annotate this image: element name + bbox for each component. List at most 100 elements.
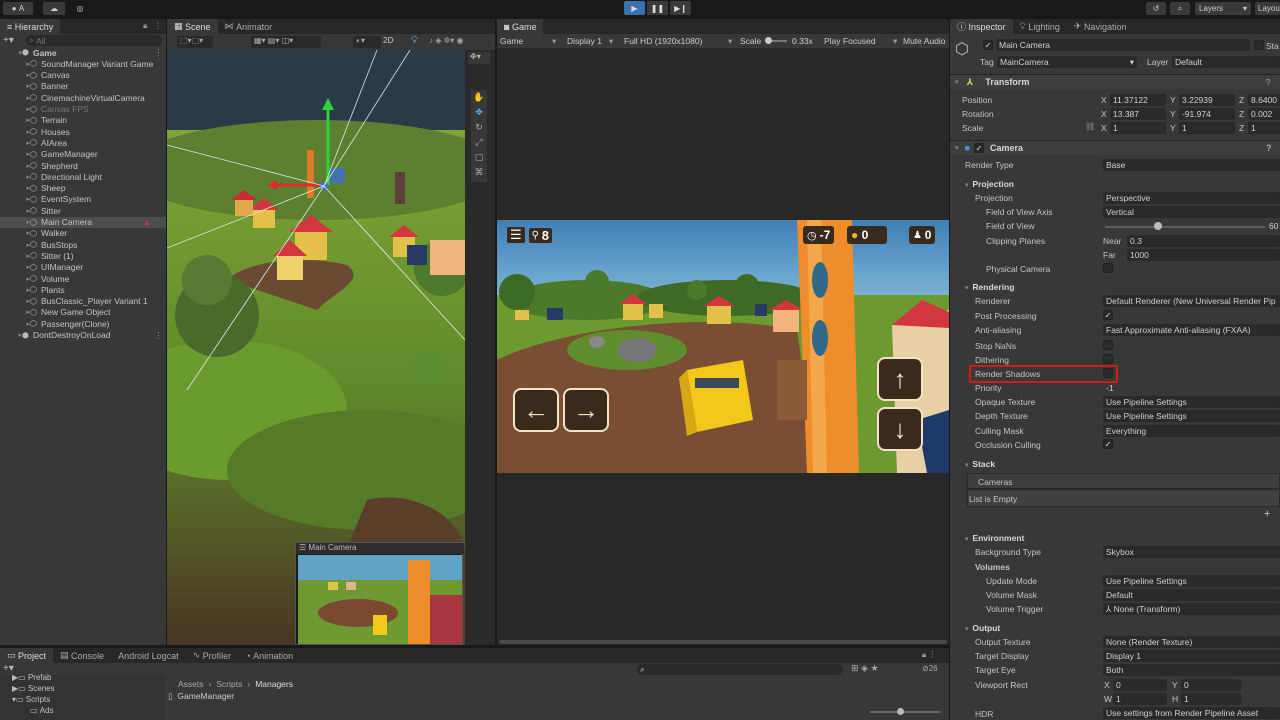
- position-y-field[interactable]: 3.22939: [1179, 94, 1235, 106]
- rotation-y-field[interactable]: -91.974: [1179, 108, 1235, 120]
- expand-arrow-icon[interactable]: ▾: [0, 49, 22, 57]
- scale-slider-handle[interactable]: [765, 37, 772, 44]
- transform-tools[interactable]: ✋ ✥ ↻ ⤢ ▢ ⌘: [471, 90, 487, 182]
- toggle-2d-button[interactable]: 2D: [383, 36, 401, 48]
- menu-icon[interactable]: ☰: [507, 227, 525, 243]
- culling-mask-dropdown[interactable]: Everything: [1103, 425, 1280, 437]
- shading-dropdown[interactable]: ◐▾: [353, 36, 381, 48]
- right-button[interactable]: →: [563, 388, 609, 432]
- depth-texture-dropdown[interactable]: Use Pipeline Settings: [1103, 410, 1280, 422]
- lock-icon[interactable]: 🔒︎: [143, 21, 147, 31]
- expand-arrow-icon[interactable]: ▸: [0, 207, 30, 215]
- hierarchy-item[interactable]: ▸ ⬡ GameManager: [0, 149, 166, 160]
- rotation-z-field[interactable]: 0.002: [1248, 108, 1280, 120]
- folder-scenes[interactable]: ▶▭ Scenes: [12, 684, 55, 693]
- expand-arrow-icon[interactable]: ▸: [0, 195, 30, 203]
- hierarchy-item[interactable]: ▸ ⬡ New Game Object: [0, 307, 166, 318]
- rendering-section[interactable]: ▾ Rendering: [965, 282, 1014, 292]
- target-eye-dropdown[interactable]: Both: [1103, 664, 1280, 676]
- priority-field[interactable]: -1: [1106, 383, 1114, 393]
- hierarchy-item[interactable]: ▸ ⬢ DontDestroyOnLoad ⋮: [0, 330, 166, 341]
- viewport-y-field[interactable]: 0: [1181, 679, 1241, 691]
- file-gamemanager[interactable]: ▯ GameManager: [168, 691, 234, 702]
- hierarchy-item[interactable]: ▸ ⬡ Passenger(Clone): [0, 318, 166, 329]
- tab-console[interactable]: ▤ Console: [53, 648, 111, 663]
- tab-lighting[interactable]: 💡︎ Lighting: [1013, 19, 1067, 34]
- filter-icons[interactable]: ⊞ ◈ ★: [851, 663, 879, 674]
- output-texture-field[interactable]: None (Render Texture): [1103, 636, 1280, 648]
- expand-arrow-icon[interactable]: ▸: [0, 263, 30, 271]
- expand-arrow-icon[interactable]: ▸: [0, 218, 30, 226]
- lighting-toggle-icon[interactable]: 💡︎: [411, 35, 418, 46]
- active-checkbox[interactable]: ✓: [983, 40, 993, 50]
- move-handle-icon[interactable]: ✥▾: [468, 52, 490, 64]
- cloud-button[interactable]: ☁: [43, 2, 65, 15]
- hierarchy-item[interactable]: ▸ ⬡ Volume: [0, 273, 166, 284]
- horizontal-scrollbar[interactable]: [499, 640, 947, 644]
- opaque-texture-dropdown[interactable]: Use Pipeline Settings: [1103, 396, 1280, 408]
- more-icon[interactable]: ⋮: [154, 21, 162, 30]
- expand-arrow-icon[interactable]: ▸: [0, 71, 30, 79]
- environment-section[interactable]: ▾ Environment: [965, 533, 1024, 543]
- hierarchy-item[interactable]: ▸ ⬡ AIArea: [0, 137, 166, 148]
- zoom-slider[interactable]: [870, 711, 940, 713]
- hierarchy-item[interactable]: ▾ ⬢ Game ⋮: [0, 47, 166, 58]
- scale-x-field[interactable]: 1: [1110, 122, 1166, 134]
- hierarchy-item[interactable]: ▸ ⬡ Shepherd: [0, 160, 166, 171]
- more-icon[interactable]: ⋮: [154, 330, 163, 341]
- play-button[interactable]: ▶: [624, 1, 645, 15]
- hierarchy-item[interactable]: ▸ ⬡ Sheep: [0, 183, 166, 194]
- object-name-field[interactable]: Main Camera: [996, 39, 1250, 51]
- projection-dropdown[interactable]: Perspective: [1103, 192, 1280, 204]
- fov-slider[interactable]: [1105, 226, 1265, 228]
- play-focused-dropdown[interactable]: Play Focused: [824, 36, 876, 46]
- link-icon[interactable]: ⛓︎: [1085, 122, 1095, 131]
- folder-scripts[interactable]: ▾▭ Scripts: [12, 695, 50, 704]
- static-checkbox[interactable]: [1254, 40, 1264, 50]
- search-button[interactable]: ⌕: [1170, 2, 1190, 15]
- expand-arrow-icon[interactable]: ▸: [0, 116, 30, 124]
- rotation-x-field[interactable]: 13.387: [1110, 108, 1166, 120]
- mute-audio-toggle[interactable]: Mute Audio: [903, 36, 946, 46]
- update-mode-dropdown[interactable]: Use Pipeline Settings: [1103, 575, 1280, 587]
- hierarchy-item[interactable]: ▸ ⬡ Terrain: [0, 115, 166, 126]
- far-field[interactable]: 1000: [1127, 249, 1280, 261]
- up-button[interactable]: ↑: [877, 357, 923, 401]
- physical-camera-checkbox[interactable]: [1103, 263, 1113, 273]
- expand-arrow-icon[interactable]: ▸: [0, 173, 30, 181]
- near-field[interactable]: 0.3: [1127, 235, 1280, 247]
- tab-scene[interactable]: ▦ Scene: [167, 19, 218, 34]
- tab-android-logcat[interactable]: Android Logcat: [111, 648, 186, 663]
- expand-arrow-icon[interactable]: ▸: [0, 229, 30, 237]
- breadcrumb-scripts[interactable]: Scripts: [216, 679, 242, 689]
- fov-axis-dropdown[interactable]: Vertical: [1103, 206, 1280, 218]
- viewport-x-field[interactable]: 0: [1113, 679, 1167, 691]
- expand-arrow-icon[interactable]: ▸: [0, 60, 30, 68]
- hierarchy-item[interactable]: ▸ ⬡ Canvas FPS: [0, 104, 166, 115]
- position-x-field[interactable]: 11.37122: [1110, 94, 1166, 106]
- position-z-field[interactable]: 8.6400: [1248, 94, 1280, 106]
- add-camera-button[interactable]: +: [1264, 508, 1270, 520]
- snap-tools[interactable]: ▦▾ ▤▾ ◫▾: [251, 36, 321, 48]
- hierarchy-item[interactable]: ▸ ⬡ Plants: [0, 284, 166, 295]
- down-button[interactable]: ↓: [877, 407, 923, 451]
- tag-dropdown[interactable]: MainCamera ▾: [997, 56, 1137, 68]
- breadcrumb-assets[interactable]: Assets: [178, 679, 204, 689]
- output-section[interactable]: ▾ Output: [965, 623, 1000, 633]
- camera-enabled-checkbox[interactable]: ✓: [973, 143, 984, 153]
- scale-y-field[interactable]: 1: [1179, 122, 1235, 134]
- expand-arrow-icon[interactable]: ▸: [0, 308, 30, 316]
- expand-arrow-icon[interactable]: ▸: [0, 94, 30, 102]
- tab-profiler[interactable]: ∿ Profiler: [186, 648, 239, 663]
- anti-aliasing-dropdown[interactable]: Fast Approximate Anti-aliasing (FXAA): [1103, 324, 1280, 336]
- hdr-dropdown[interactable]: Use settings from Render Pipeline Asset: [1103, 707, 1280, 719]
- hierarchy-item[interactable]: ▸ ⬡ Sitter (1): [0, 250, 166, 261]
- breadcrumb-managers[interactable]: Managers: [255, 679, 293, 689]
- tab-project[interactable]: ▭ Project: [0, 648, 54, 663]
- game-mode-dropdown[interactable]: Game: [500, 36, 523, 46]
- stack-section[interactable]: ▾ Stack: [965, 459, 995, 469]
- scale-z-field[interactable]: 1: [1248, 122, 1280, 134]
- expand-arrow-icon[interactable]: ▸: [0, 162, 30, 170]
- lock-icon[interactable]: 🔒︎ ⋮: [922, 650, 936, 660]
- post-processing-checkbox[interactable]: ✓: [1103, 310, 1113, 320]
